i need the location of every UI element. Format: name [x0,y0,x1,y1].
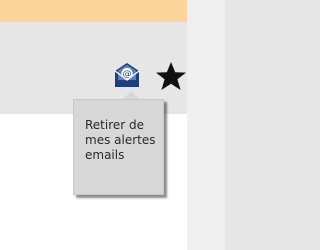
tooltip-arrow [123,91,139,99]
top-banner [0,0,187,21]
open-envelope-at-icon: @ [114,63,140,87]
favorite-button[interactable] [154,60,188,94]
email-alert-button[interactable]: @ [112,60,142,90]
email-alert-tooltip-text: Retirer de mes alertes emails [85,118,156,162]
right-sidebar-strip [187,0,225,250]
star-icon [156,62,186,90]
